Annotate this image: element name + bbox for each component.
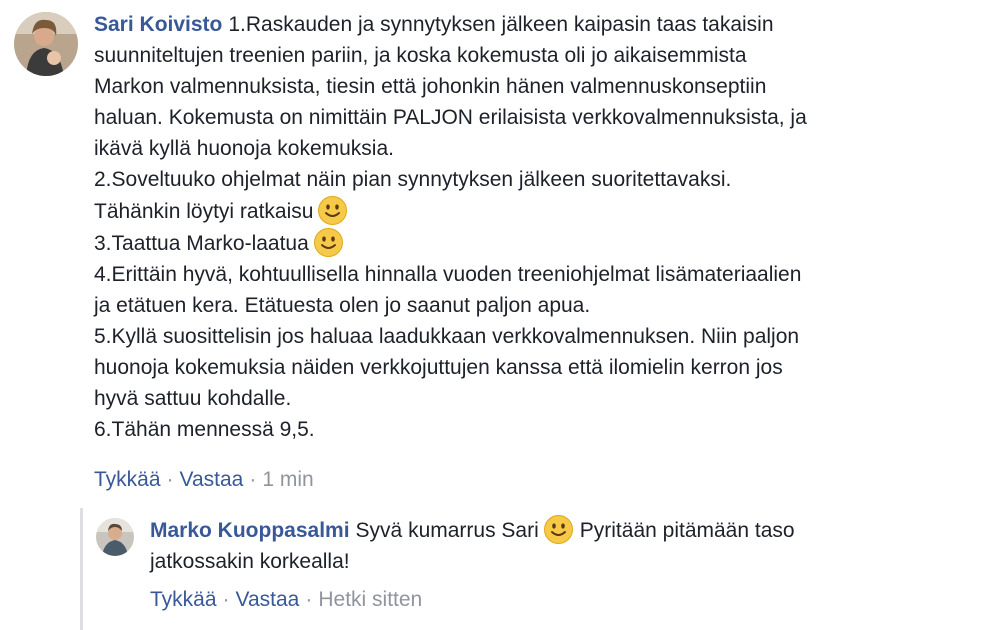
comment-body: Sari Koivisto 1.Raskauden ja synnytyksen … xyxy=(94,9,807,445)
comment-line-9: 4.Erittäin hyvä, kohtuullisella hinnalla… xyxy=(94,263,802,286)
smiley-emoji-icon xyxy=(313,227,344,258)
comment-text: 1.Raskauden ja synnytyksen jälkeen kaipa… xyxy=(228,13,774,36)
comment-text: 3.Taattua Marko-laatua xyxy=(94,232,309,255)
reply-text: Pyritään pitämään taso xyxy=(579,519,795,542)
reply-timestamp[interactable]: Hetki sitten xyxy=(318,588,422,611)
reply-text: Syvä kumarrus Sari xyxy=(355,519,539,542)
smiley-emoji-icon xyxy=(543,514,574,545)
comment-line-1: Sari Koivisto 1.Raskauden ja synnytyksen … xyxy=(94,9,807,40)
comment-line-3: Markon valmennuksista, tiesin että johon… xyxy=(94,75,767,98)
comment-line-8: 3.Taattua Marko-laatua xyxy=(94,227,807,259)
separator: · xyxy=(305,588,313,611)
comment-actions: Tykkää · Vastaa · 1 min xyxy=(94,466,314,494)
reply-actions: Tykkää · Vastaa · Hetki sitten xyxy=(150,586,422,614)
reply-line-1: Marko Kuoppasalmi Syvä kumarrus Sari Pyrit… xyxy=(150,514,795,546)
commenter-avatar[interactable] xyxy=(14,12,78,76)
comment-text: Tähänkin löytyi ratkaisu xyxy=(94,200,314,223)
reply-button[interactable]: Vastaa xyxy=(180,468,244,491)
comment-author-link[interactable]: Sari Koivisto xyxy=(94,13,222,36)
reply-thread-line xyxy=(80,508,83,630)
comment-line-2: suunniteltujen treenien pariin, ja koska… xyxy=(94,44,747,67)
reply-button[interactable]: Vastaa xyxy=(236,588,300,611)
comment-line-14: 6.Tähän mennessä 9,5. xyxy=(94,418,315,441)
comment-timestamp[interactable]: 1 min xyxy=(262,468,313,491)
comment-line-12: huonoja kokemuksia näiden verkkojuttujen… xyxy=(94,356,783,379)
comment-line-4: haluan. Kokemusta on nimittäin PALJON er… xyxy=(94,106,807,129)
separator: · xyxy=(166,468,174,491)
reply-body: Marko Kuoppasalmi Syvä kumarrus Sari Pyrit… xyxy=(150,514,795,577)
separator: · xyxy=(249,468,257,491)
comment-line-5: ikävä kyllä huonoja kokemuksia. xyxy=(94,137,394,160)
reply-avatar[interactable] xyxy=(96,518,134,556)
separator: · xyxy=(222,588,230,611)
reply-author-link[interactable]: Marko Kuoppasalmi xyxy=(150,519,350,542)
like-button[interactable]: Tykkää xyxy=(150,588,217,611)
comment-line-10: ja etätuen kera. Etätuesta olen jo saanu… xyxy=(94,294,591,317)
comment-line-6: 2.Soveltuuko ohjelmat näin pian synnytyk… xyxy=(94,168,732,191)
like-button[interactable]: Tykkää xyxy=(94,468,161,491)
smiley-emoji-icon xyxy=(317,195,348,226)
comment-line-7: Tähänkin löytyi ratkaisu xyxy=(94,195,807,227)
reply-line-2: jatkossakin korkealla! xyxy=(150,550,350,573)
comment-line-13: hyvä sattuu kohdalle. xyxy=(94,387,292,410)
comment-line-11: 5.Kyllä suosittelisin jos haluaa laadukk… xyxy=(94,325,800,348)
